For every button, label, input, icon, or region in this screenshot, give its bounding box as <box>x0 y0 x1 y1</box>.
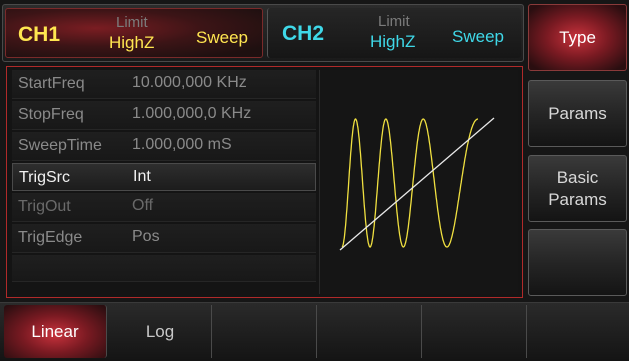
param-value: 1.000,000 mS <box>132 136 232 153</box>
type-softkey-label: Type <box>559 27 596 47</box>
sweep-parameter-panel: StartFreq 10.000,000 KHz StopFreq 1.000,… <box>6 66 523 298</box>
basic-params-softkey[interactable]: Basic Params <box>528 155 627 222</box>
param-value: 10.000,000 KHz <box>132 74 247 91</box>
parameter-list: StartFreq 10.000,000 KHz StopFreq 1.000,… <box>12 70 316 284</box>
ch1-limit-label: Limit <box>116 14 148 31</box>
param-row-startfreq[interactable]: StartFreq 10.000,000 KHz <box>12 70 316 99</box>
param-row-empty <box>12 255 316 282</box>
params-softkey-label: Params <box>548 103 607 123</box>
sweep-waveform-trace <box>341 118 478 248</box>
bottom-softkey-5[interactable] <box>424 305 527 358</box>
param-value: 1.000,000,0 KHz <box>132 105 252 122</box>
params-softkey[interactable]: Params <box>528 80 627 147</box>
param-row-trigout[interactable]: TrigOut Off <box>12 193 316 222</box>
basic-params-label-line2: Params <box>548 189 607 209</box>
sweep-preview <box>319 70 518 294</box>
type-softkey[interactable]: Type <box>528 4 627 71</box>
ch1-panel[interactable]: CH1 Limit HighZ Sweep <box>5 8 263 58</box>
basic-params-label-line1: Basic <box>556 167 599 187</box>
param-row-trigsrc[interactable]: TrigSrc Int <box>12 163 316 191</box>
param-name: StopFreq <box>18 106 84 123</box>
sweep-waveform-graphic <box>339 117 495 251</box>
bottom-softkey-bar: Linear Log <box>0 302 629 361</box>
linear-button[interactable]: Linear <box>4 305 107 358</box>
bottom-softkey-4[interactable] <box>319 305 422 358</box>
ch2-limit-label: Limit <box>378 13 410 30</box>
param-name: TrigEdge <box>18 229 83 246</box>
param-name: TrigSrc <box>19 169 70 186</box>
channel-bar: CH1 Limit HighZ Sweep CH2 Limit HighZ Sw… <box>2 4 524 62</box>
param-row-sweeptime[interactable]: SweepTime 1.000,000 mS <box>12 132 316 161</box>
param-name: SweepTime <box>18 137 102 154</box>
ch1-mode: Sweep <box>196 28 248 47</box>
param-value: Int <box>133 168 151 185</box>
bottom-softkey-3[interactable] <box>214 305 317 358</box>
param-row-stopfreq[interactable]: StopFreq 1.000,000,0 KHz <box>12 101 316 130</box>
linear-button-label: Linear <box>31 321 79 341</box>
param-row-trigedge[interactable]: TrigEdge Pos <box>12 224 316 253</box>
blank-softkey[interactable] <box>528 229 627 296</box>
param-value: Pos <box>132 228 160 245</box>
param-name: TrigOut <box>18 198 71 215</box>
ch1-impedance: HighZ <box>109 33 155 52</box>
log-button-label: Log <box>145 321 175 341</box>
ch2-label: CH2 <box>282 22 325 45</box>
ch1-label: CH1 <box>18 23 61 46</box>
ch2-mode: Sweep <box>452 27 504 46</box>
function-generator-screen: CH1 Limit HighZ Sweep CH2 Limit HighZ Sw… <box>0 0 629 361</box>
bottom-softkey-6[interactable] <box>527 305 629 358</box>
ch2-impedance: HighZ <box>370 32 416 51</box>
log-button[interactable]: Log <box>109 305 212 358</box>
ch2-panel[interactable]: CH2 Limit HighZ Sweep <box>267 8 521 58</box>
param-value: Off <box>132 197 154 214</box>
param-name: StartFreq <box>18 75 85 92</box>
